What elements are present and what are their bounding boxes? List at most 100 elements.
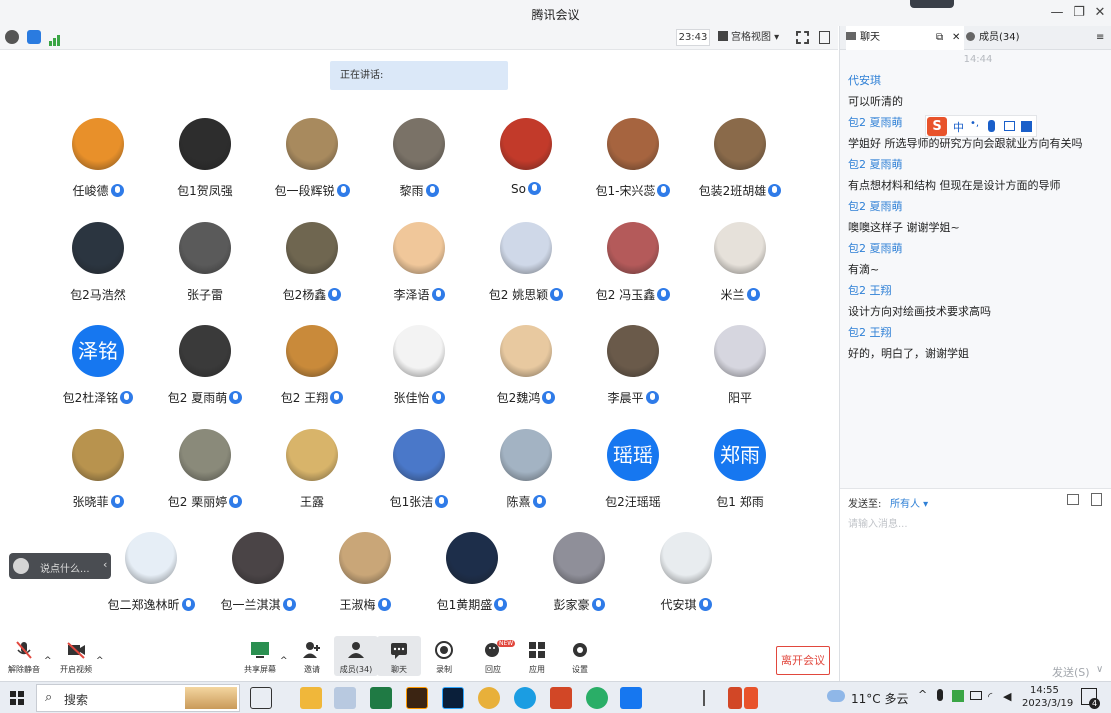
- send-button[interactable]: 发送(S): [1052, 664, 1090, 680]
- participant-tile[interactable]: 包2 冯玉鑫: [573, 222, 693, 312]
- participant-tile[interactable]: 李晨平: [573, 325, 693, 415]
- chrome-icon[interactable]: [478, 687, 500, 709]
- powerpoint-icon[interactable]: [550, 687, 572, 709]
- video-options-chevron-icon[interactable]: ^: [96, 656, 104, 666]
- unmute-button[interactable]: 解除静音: [2, 636, 46, 675]
- message-sender[interactable]: 包2 夏雨萌: [848, 238, 1108, 259]
- chat-button[interactable]: 聊天: [377, 636, 421, 676]
- reactions-button[interactable]: 回应 NEW: [471, 636, 516, 675]
- start-video-button[interactable]: 开启视频: [54, 636, 98, 675]
- voice-icon[interactable]: [988, 120, 995, 132]
- signal-icon[interactable]: [49, 31, 61, 46]
- participant-tile[interactable]: 瑶瑶 包2汪瑶瑶: [573, 429, 693, 519]
- participant-tile[interactable]: 任峻德: [38, 118, 158, 208]
- participant-tile[interactable]: 包2 栗丽婷: [145, 429, 265, 519]
- invite-button[interactable]: 邀请: [290, 636, 334, 675]
- restore-button[interactable]: ❐: [1068, 3, 1090, 23]
- participant-tile[interactable]: 包1贺凤强: [145, 118, 265, 208]
- excel-icon[interactable]: [370, 687, 392, 709]
- settings-button[interactable]: 设置: [558, 636, 602, 675]
- participant-tile[interactable]: 包2马浩然: [38, 222, 158, 312]
- message-sender[interactable]: 包2 夏雨萌: [848, 196, 1108, 217]
- toolbox-icon[interactable]: [1021, 121, 1032, 132]
- popout-icon[interactable]: ⧉: [936, 26, 943, 50]
- minimize-button[interactable]: —: [1046, 3, 1068, 23]
- clock-time[interactable]: 14:55: [1030, 685, 1059, 696]
- message-sender[interactable]: 包2 夏雨萌: [848, 154, 1108, 175]
- say-something-pill[interactable]: 说点什么... ‹: [9, 553, 111, 579]
- photos-app-icon[interactable]: [334, 687, 356, 709]
- participant-tile[interactable]: 包2魏鸿: [466, 325, 586, 415]
- emoji-icon[interactable]: [13, 558, 29, 574]
- message-sender[interactable]: 包2 王翔: [848, 322, 1108, 343]
- participant-tile[interactable]: 王淑梅: [305, 532, 425, 622]
- participant-tile[interactable]: 包一段辉锐: [252, 118, 372, 208]
- participant-tile[interactable]: 阳平: [680, 325, 800, 415]
- clock-date[interactable]: 2023/3/19: [1022, 698, 1073, 709]
- participant-tile[interactable]: 包2 夏雨萌: [145, 325, 265, 415]
- audio-options-chevron-icon[interactable]: ^: [44, 656, 52, 666]
- tencent-meeting-icon[interactable]: [620, 687, 642, 709]
- message-sender[interactable]: 包2 王翔: [848, 280, 1108, 301]
- tray-chevron-icon[interactable]: ^: [918, 688, 927, 701]
- leave-meeting-button[interactable]: 离开会议: [776, 646, 830, 675]
- participant-tile[interactable]: 张晓菲: [38, 429, 158, 519]
- participant-tile[interactable]: 包1张洁: [359, 429, 479, 519]
- record-button[interactable]: 录制: [422, 636, 466, 675]
- participant-tile[interactable]: 代安琪: [626, 532, 746, 622]
- task-view-icon[interactable]: [250, 687, 272, 709]
- participant-tile[interactable]: 包2杨鑫: [252, 222, 372, 312]
- shield-icon[interactable]: [27, 30, 41, 44]
- close-window-button[interactable]: ✕: [1089, 3, 1111, 23]
- wechat-icon[interactable]: [586, 687, 608, 709]
- illustrator-icon[interactable]: [406, 687, 428, 709]
- battery-icon[interactable]: [970, 691, 982, 700]
- send-to-dropdown[interactable]: 所有人 ▾: [890, 495, 928, 510]
- edge-icon[interactable]: [514, 687, 536, 709]
- weather-cloud-icon[interactable]: [827, 690, 845, 702]
- participant-tile[interactable]: 王露: [252, 429, 372, 519]
- participant-tile[interactable]: 郑雨 包1 郑雨: [680, 429, 800, 519]
- members-button[interactable]: 成员(34): [334, 636, 378, 676]
- share-screen-button[interactable]: 共享屏幕: [238, 636, 282, 675]
- participant-tile[interactable]: 包装2班胡雄: [680, 118, 800, 208]
- file-explorer-icon[interactable]: [300, 687, 322, 709]
- participant-tile[interactable]: 包1黄期盛: [412, 532, 532, 622]
- taskbar-search[interactable]: ⌕ 搜索: [36, 684, 240, 712]
- participant-tile[interactable]: 米兰: [680, 222, 800, 312]
- weather-text[interactable]: 11°C 多云: [851, 690, 908, 707]
- participant-tile[interactable]: 黎雨: [359, 118, 479, 208]
- collapse-chevron-icon[interactable]: ‹: [103, 558, 107, 571]
- message-sender[interactable]: 代安琪: [848, 70, 1108, 91]
- participant-tile[interactable]: 包一兰淇淇: [198, 532, 318, 622]
- participant-tile[interactable]: 包2 王翔: [252, 325, 372, 415]
- close-icon[interactable]: ✕: [952, 26, 960, 50]
- participant-tile[interactable]: 张子雷: [145, 222, 265, 312]
- tab-chat[interactable]: 聊天 ⧉ ✕: [846, 26, 964, 50]
- participant-tile[interactable]: 包2 姚思颖: [466, 222, 586, 312]
- tray-app2-icon[interactable]: [952, 690, 964, 702]
- send-options-chevron-icon[interactable]: ∨: [1096, 664, 1103, 675]
- participant-tile[interactable]: 泽铭 包2杜泽铭: [38, 325, 158, 415]
- participant-tile[interactable]: So: [466, 118, 586, 208]
- participant-tile[interactable]: 包1-宋兴蕊: [573, 118, 693, 208]
- fullscreen-icon[interactable]: [796, 31, 809, 44]
- windows-start-icon[interactable]: [10, 690, 24, 705]
- tray-app-icon[interactable]: [728, 687, 742, 709]
- view-mode-dropdown[interactable]: 宫格视图 ▾: [718, 29, 788, 46]
- photoshop-icon[interactable]: [442, 687, 464, 709]
- file-icon[interactable]: [1067, 494, 1079, 505]
- tray-mic-icon[interactable]: [937, 689, 943, 701]
- panel-menu-icon[interactable]: ≡: [1096, 26, 1104, 50]
- participant-tile[interactable]: 张佳怡: [359, 325, 479, 415]
- info-icon[interactable]: [5, 30, 19, 44]
- sogou-tray-icon[interactable]: [744, 687, 758, 709]
- participant-tile[interactable]: 彭家豪: [519, 532, 639, 622]
- sidebar-toggle-icon[interactable]: [819, 31, 830, 44]
- ime-mode[interactable]: 中: [953, 119, 964, 135]
- apps-button[interactable]: 应用: [515, 636, 559, 675]
- participant-tile[interactable]: 李泽语: [359, 222, 479, 312]
- punctuation-icon[interactable]: •,: [970, 118, 979, 129]
- message-input[interactable]: 请输入消息...: [848, 515, 908, 530]
- share-options-chevron-icon[interactable]: ^: [280, 656, 288, 666]
